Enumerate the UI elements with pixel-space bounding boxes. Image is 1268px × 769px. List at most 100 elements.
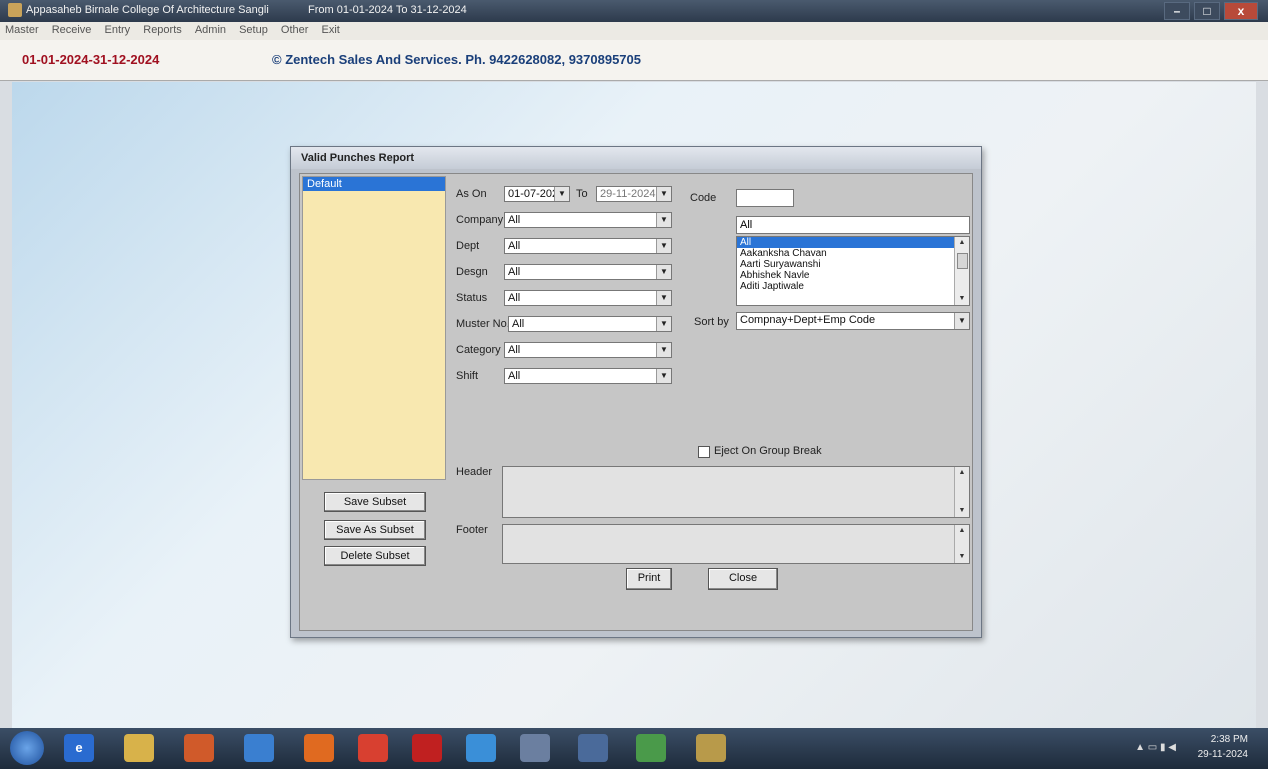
scroll-down-icon[interactable]: ▼ bbox=[955, 551, 969, 563]
code-label: Code bbox=[690, 192, 717, 204]
pdf-reader-icon[interactable] bbox=[412, 734, 442, 762]
close-window-button[interactable]: x bbox=[1224, 2, 1258, 20]
status-value: All bbox=[508, 292, 521, 304]
scroll-up-icon[interactable]: ▲ bbox=[955, 525, 969, 537]
chevron-down-icon[interactable]: ▼ bbox=[656, 239, 671, 253]
save-subset-button[interactable]: Save Subset bbox=[324, 492, 426, 512]
shift-label: Shift bbox=[456, 370, 479, 382]
subset-item-default[interactable]: Default bbox=[303, 177, 445, 191]
category-select[interactable]: All ▼ bbox=[504, 342, 672, 358]
list-item[interactable]: Abhishek Navle bbox=[737, 270, 969, 281]
list-item[interactable]: All bbox=[737, 237, 969, 248]
chevron-down-icon[interactable]: ▼ bbox=[656, 265, 671, 279]
dept-label: Dept bbox=[456, 240, 480, 252]
print-button[interactable]: Print bbox=[626, 568, 672, 590]
dept-select[interactable]: All ▼ bbox=[504, 238, 672, 254]
scroll-up-icon[interactable]: ▲ bbox=[955, 237, 969, 249]
dialog-titlebar: Valid Punches Report bbox=[291, 147, 981, 169]
start-button[interactable] bbox=[10, 731, 44, 765]
menu-exit[interactable]: Exit bbox=[316, 22, 344, 36]
code-input[interactable] bbox=[736, 189, 794, 207]
app-titlebar: Appasaheb Birnale College Of Architectur… bbox=[0, 0, 1268, 22]
chevron-down-icon[interactable]: ▼ bbox=[954, 313, 969, 329]
chevron-down-icon[interactable]: ▼ bbox=[656, 369, 671, 383]
attendance-app-icon[interactable] bbox=[578, 734, 608, 762]
subset-list[interactable]: Default bbox=[302, 176, 446, 480]
scroll-up-icon[interactable]: ▲ bbox=[955, 467, 969, 479]
shift-select[interactable]: All ▼ bbox=[504, 368, 672, 384]
chrome-icon[interactable] bbox=[358, 734, 388, 762]
vendor-info: © Zentech Sales And Services. Ph. 942262… bbox=[272, 52, 642, 67]
footer-scrollbar[interactable]: ▲ ▼ bbox=[954, 525, 969, 563]
shift-value: All bbox=[508, 370, 521, 382]
status-label: Status bbox=[456, 292, 488, 304]
desgn-select[interactable]: All ▼ bbox=[504, 264, 672, 280]
app-icon[interactable] bbox=[466, 734, 496, 762]
window-period-title: From 01-01-2024 To 31-12-2024 bbox=[308, 4, 467, 16]
status-select[interactable]: All ▼ bbox=[504, 290, 672, 306]
tray-icons[interactable]: ▲ ▭ ▮ ◀ bbox=[1135, 742, 1176, 753]
firefox-icon[interactable] bbox=[304, 734, 334, 762]
to-date-picker[interactable]: 29-11-2024 ▼ bbox=[596, 186, 672, 202]
scroll-down-icon[interactable]: ▼ bbox=[955, 293, 969, 305]
sort-by-select[interactable]: Compnay+Dept+Emp Code ▼ bbox=[736, 312, 970, 330]
menu-receive[interactable]: Receive bbox=[47, 22, 97, 36]
chevron-down-icon[interactable]: ▼ bbox=[656, 213, 671, 227]
utility-icon[interactable] bbox=[696, 734, 726, 762]
menu-other[interactable]: Other bbox=[276, 22, 314, 36]
employee-listbox[interactable]: All Aakanksha Chavan Aarti Suryawanshi A… bbox=[736, 236, 970, 306]
header-scrollbar[interactable]: ▲ ▼ bbox=[954, 467, 969, 517]
calculator-icon[interactable] bbox=[244, 734, 274, 762]
scroll-thumb[interactable] bbox=[957, 253, 968, 269]
close-button[interactable]: Close bbox=[708, 568, 778, 590]
footer-label: Footer bbox=[456, 524, 488, 536]
chevron-down-icon[interactable]: ▼ bbox=[656, 343, 671, 357]
company-select[interactable]: All ▼ bbox=[504, 212, 672, 228]
list-item[interactable]: Aditi Japtiwale bbox=[737, 281, 969, 292]
internet-explorer-icon[interactable]: e bbox=[64, 734, 94, 762]
as-on-label: As On bbox=[456, 188, 487, 200]
chevron-down-icon[interactable]: ▼ bbox=[656, 317, 671, 331]
employee-filter-value: All bbox=[740, 219, 753, 231]
document-icon[interactable] bbox=[520, 734, 550, 762]
chevron-down-icon[interactable]: ▼ bbox=[554, 187, 569, 201]
minimize-button[interactable]: – bbox=[1164, 2, 1190, 20]
muster-no-select[interactable]: All ▼ bbox=[508, 316, 672, 332]
menu-entry[interactable]: Entry bbox=[100, 22, 136, 36]
as-on-date-picker[interactable]: 01-07-2024 ▼ bbox=[504, 186, 570, 202]
taskbar: e ▲ ▭ ▮ ◀ 2:38 PM 29-11-2024 bbox=[0, 728, 1268, 769]
chevron-down-icon[interactable]: ▼ bbox=[656, 187, 671, 201]
clock-time[interactable]: 2:38 PM bbox=[1211, 734, 1248, 745]
employee-filter-input[interactable]: All bbox=[736, 216, 970, 234]
valid-punches-report-dialog: Valid Punches Report Default Save Subset… bbox=[290, 146, 982, 638]
list-item[interactable]: Aakanksha Chavan bbox=[737, 248, 969, 259]
folder-icon[interactable] bbox=[124, 734, 154, 762]
company-value: All bbox=[508, 214, 521, 226]
desgn-value: All bbox=[508, 266, 521, 278]
sort-by-label: Sort by bbox=[694, 316, 729, 328]
menu-setup[interactable]: Setup bbox=[234, 22, 273, 36]
header-textarea[interactable]: ▲ ▼ bbox=[502, 466, 970, 518]
eject-on-group-break-label: Eject On Group Break bbox=[714, 445, 822, 457]
muster-no-value: All bbox=[512, 318, 525, 330]
menu-master[interactable]: Master bbox=[0, 22, 44, 36]
footer-textarea[interactable]: ▲ ▼ bbox=[502, 524, 970, 564]
scroll-down-icon[interactable]: ▼ bbox=[955, 505, 969, 517]
maximize-button[interactable]: □ bbox=[1194, 2, 1220, 20]
dialog-body: Default Save Subset Save As Subset Delet… bbox=[299, 173, 973, 631]
employee-list-scrollbar[interactable]: ▲ ▼ bbox=[954, 237, 969, 305]
financial-period: 01-01-2024-31-12-2024 bbox=[22, 52, 160, 67]
menu-admin[interactable]: Admin bbox=[190, 22, 231, 36]
delete-subset-button[interactable]: Delete Subset bbox=[324, 546, 426, 566]
eject-on-group-break-checkbox[interactable] bbox=[698, 446, 710, 458]
clock-date[interactable]: 29-11-2024 bbox=[1198, 749, 1248, 760]
window-title: Appasaheb Birnale College Of Architectur… bbox=[26, 4, 269, 16]
menu-reports[interactable]: Reports bbox=[138, 22, 187, 36]
save-as-subset-button[interactable]: Save As Subset bbox=[324, 520, 426, 540]
chevron-down-icon[interactable]: ▼ bbox=[656, 291, 671, 305]
list-item[interactable]: Aarti Suryawanshi bbox=[737, 259, 969, 270]
sort-by-value: Compnay+Dept+Emp Code bbox=[740, 314, 876, 326]
media-player-icon[interactable] bbox=[184, 734, 214, 762]
header-label: Header bbox=[456, 466, 493, 478]
tool-icon[interactable] bbox=[636, 734, 666, 762]
